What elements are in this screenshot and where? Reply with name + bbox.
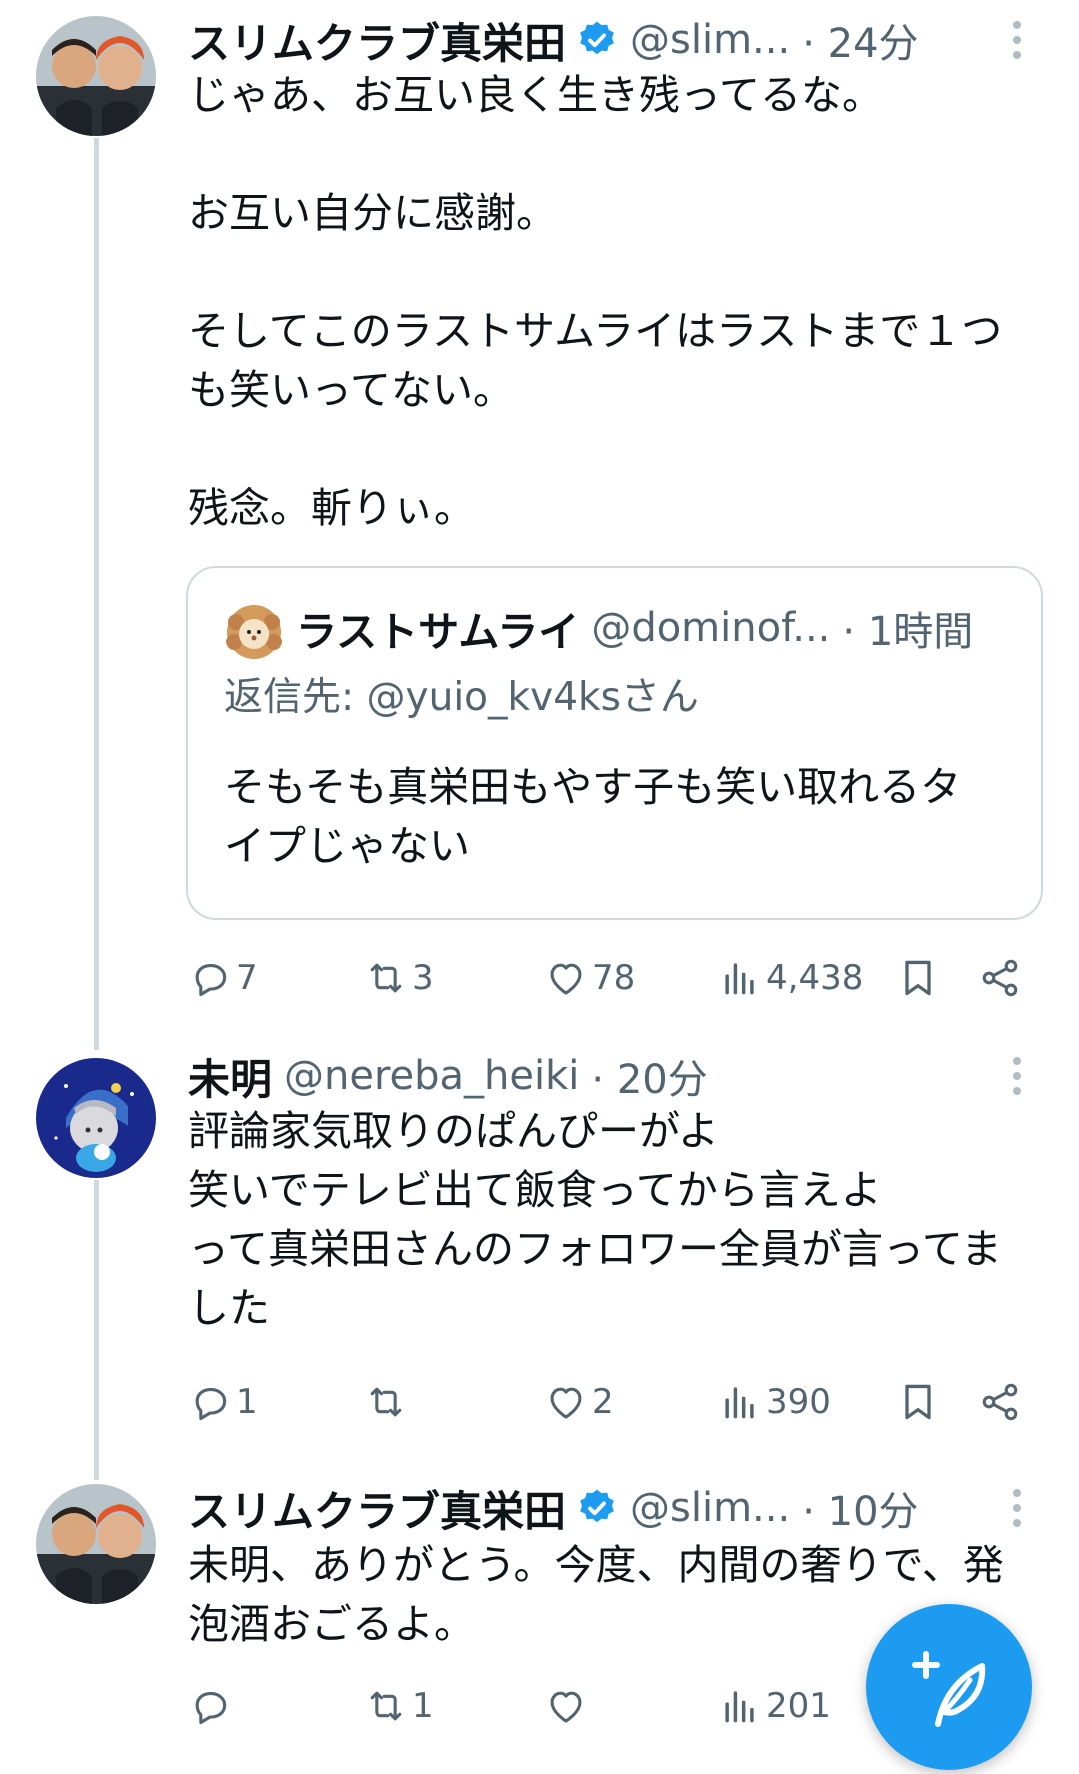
share-icon <box>982 1383 1018 1421</box>
quote-avatar <box>224 602 284 662</box>
like-button[interactable]: 78 <box>544 950 635 1006</box>
bookmark-button[interactable] <box>896 950 940 1006</box>
bookmark-icon <box>905 1384 931 1420</box>
views-button[interactable]: 4,438 <box>718 950 863 1006</box>
quote-timestamp[interactable]: · 1時間 <box>842 599 973 657</box>
reply-button[interactable]: 7 <box>188 950 258 1006</box>
timestamp[interactable]: · 20分 <box>591 1047 707 1105</box>
display-name[interactable]: 未明 <box>188 1046 272 1107</box>
display-name[interactable]: スリムクラブ真栄田 <box>188 10 566 71</box>
heart-icon <box>550 1387 582 1419</box>
quote-user-handle[interactable]: @dominof... <box>591 605 830 651</box>
bookmark-button[interactable] <box>896 1374 940 1430</box>
retweet-button[interactable]: 1 <box>364 1678 434 1734</box>
retweet-button[interactable] <box>364 1374 412 1430</box>
tweet-actions: 1 2 390 <box>188 1374 1048 1430</box>
tweet-text: 評論家気取りのぱんぴーがよ 笑いでテレビ出て飯食ってから言えよ って真栄田さんの… <box>188 1107 1002 1332</box>
quote-reply-to[interactable]: 返信先: @yuio_kv4ksさん <box>224 666 699 722</box>
quoted-tweet[interactable]: ラストサムライ @dominof... · 1時間 返信先: @yuio_kv4… <box>186 566 1043 920</box>
heart-icon <box>550 1691 582 1723</box>
verified-badge-icon <box>576 1487 618 1529</box>
tweet-header: スリムクラブ真栄田 @slim... · 10分 <box>188 1478 1079 1538</box>
reply-icon <box>195 963 227 997</box>
tweet-text: じゃあ、お互い良く生き残ってるな。 お互い自分に感謝。 そしてこのラストサムライ… <box>188 71 1003 532</box>
views-icon <box>725 1691 754 1723</box>
tweet[interactable]: 未明 @nereba_heiki · 20分 評論家気取りのぱんぴーがよ 笑いで… <box>0 1040 1079 1460</box>
more-options-icon[interactable] <box>1013 1488 1021 1528</box>
views-count: 201 <box>766 1686 831 1726</box>
like-button[interactable] <box>544 1678 592 1734</box>
bookmark-icon <box>905 960 931 996</box>
like-count: 78 <box>592 958 636 998</box>
user-handle[interactable]: @nereba_heiki <box>284 1053 579 1099</box>
retweet-count: 3 <box>412 958 434 998</box>
reply-icon <box>195 1387 227 1421</box>
more-options-icon[interactable] <box>1013 1056 1021 1096</box>
views-button[interactable]: 201 <box>718 1678 831 1734</box>
compose-feather-icon <box>912 1651 986 1727</box>
views-count: 390 <box>766 1382 831 1422</box>
timestamp[interactable]: · 10分 <box>802 1479 918 1537</box>
tweet-header: 未明 @nereba_heiki · 20分 <box>188 1046 1079 1106</box>
quote-text: そもそも真栄田もやす子も笑い取れるタイプじゃない <box>224 763 962 870</box>
retweet-button[interactable]: 3 <box>364 950 434 1006</box>
avatar[interactable] <box>36 16 156 136</box>
reply-button[interactable]: 1 <box>188 1374 258 1430</box>
user-handle[interactable]: @slim... <box>630 17 790 63</box>
views-icon <box>725 963 754 995</box>
retweet-count: 1 <box>412 1686 434 1726</box>
share-icon <box>982 959 1018 997</box>
compose-tweet-button[interactable] <box>866 1604 1032 1770</box>
verified-badge-icon <box>576 19 618 61</box>
tweet-actions: 7 3 78 4,438 <box>188 950 1048 1006</box>
share-button[interactable] <box>978 950 1022 1006</box>
avatar[interactable] <box>36 1058 156 1178</box>
retweet-icon <box>370 1387 402 1417</box>
reply-button[interactable] <box>188 1678 236 1734</box>
quote-display-name[interactable]: ラストサムライ <box>296 598 579 658</box>
reply-icon <box>195 1691 227 1725</box>
timestamp[interactable]: · 24分 <box>802 11 918 69</box>
display-name[interactable]: スリムクラブ真栄田 <box>188 1478 566 1539</box>
views-icon <box>725 1387 754 1419</box>
like-count: 2 <box>592 1382 614 1422</box>
reply-count: 1 <box>236 1382 258 1422</box>
more-options-icon[interactable] <box>1013 20 1021 60</box>
retweet-icon <box>370 1691 402 1721</box>
share-button[interactable] <box>978 1374 1022 1430</box>
reply-count: 7 <box>236 958 258 998</box>
user-handle[interactable]: @slim... <box>630 1485 790 1531</box>
heart-icon <box>550 963 582 995</box>
views-button[interactable]: 390 <box>718 1374 831 1430</box>
tweet[interactable]: スリムクラブ真栄田 @slim... · 24分 じゃあ、お互い良く生き残ってる… <box>0 0 1079 1030</box>
avatar[interactable] <box>36 1484 156 1604</box>
tweet-header: スリムクラブ真栄田 @slim... · 24分 <box>188 10 1079 70</box>
views-count: 4,438 <box>766 958 864 998</box>
like-button[interactable]: 2 <box>544 1374 614 1430</box>
retweet-icon <box>370 963 402 993</box>
